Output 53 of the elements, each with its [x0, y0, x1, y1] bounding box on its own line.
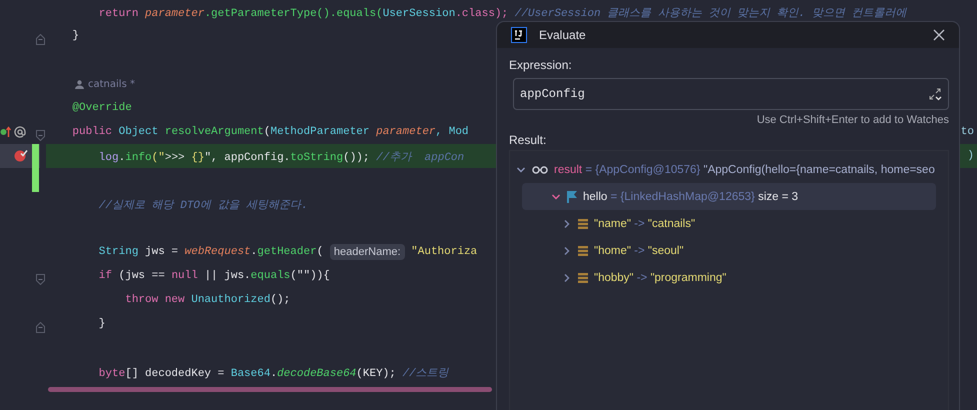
annotation-icon[interactable] [14, 126, 26, 138]
code-text: return parameter.getParameterType().equals(UserSession.class); //UserSession 클래스를 사용하는 것이 맞는지 확인. 맞으면 컨트롤러에 [98, 6, 906, 20]
code-text: throw new Unauthorized(); [124, 294, 290, 306]
result-label: Result: [509, 133, 548, 147]
scrollbar[interactable] [48, 387, 492, 392]
code-text: } [98, 318, 106, 330]
variable-text: "home" -> "seoul" [594, 244, 684, 256]
variable-text: hello = {LinkedHashMap@12653} size = 3 [583, 190, 798, 202]
chevron-icon[interactable] [562, 272, 572, 282]
code-text: String jws = webRequest.getHeader( [98, 246, 324, 258]
app-logo-icon [511, 27, 527, 43]
tree-row[interactable]: result = {AppConfig@10576} "AppConfig(hello={name=catnails, home=seo [510, 156, 948, 183]
tree-row[interactable]: "hobby" -> "programming" [510, 264, 948, 291]
code-text: if (jws == null || jws.equals("")){ [98, 270, 330, 282]
code-text: //실제로 해당 DTO에 값을 세팅해준다. [98, 198, 308, 212]
code-text: byte[] decodedKey = Base64.decodeBase64(KEY); //스트링 [98, 366, 449, 380]
expand-icon[interactable] [928, 87, 942, 101]
code-text: log.info(">>> {}", appConfig.toString()); //추가 appCon [98, 150, 464, 164]
code-text: ) [967, 150, 975, 162]
tree-row[interactable]: "home" -> "seoul" [510, 237, 948, 264]
chevron-icon[interactable] [551, 192, 561, 202]
variable-text: "name" -> "catnails" [594, 218, 696, 230]
fold-icon[interactable] [36, 274, 45, 285]
expression-label: Expression: [509, 58, 573, 72]
breakpoint-icon[interactable] [14, 148, 28, 162]
list-icon [578, 272, 588, 282]
glasses-icon [532, 166, 548, 174]
fold-icon[interactable] [36, 130, 45, 141]
chevron-icon[interactable] [562, 246, 572, 256]
code-text: to [960, 126, 975, 138]
tree-row[interactable]: hello = {LinkedHashMap@12653} size = 3 [522, 183, 936, 210]
list-icon [578, 246, 588, 256]
tree-row[interactable]: "name" -> "catnails" [510, 210, 948, 237]
chevron-icon[interactable] [562, 218, 572, 228]
code-text: } [71, 30, 80, 42]
override-icon[interactable] [0, 126, 12, 138]
fold-icon[interactable] [36, 322, 45, 333]
parameter-hint: headerName: [330, 244, 405, 260]
shortcut-hint: Use Ctrl+Shift+Enter to add to Watches [756, 114, 949, 126]
expression-field[interactable]: appConfig [513, 78, 949, 110]
variable-text: result = {AppConfig@10576} "AppConfig(hello={name=catnails, home=seo [554, 164, 935, 176]
fold-icon[interactable] [36, 34, 45, 45]
list-icon [578, 218, 588, 228]
chevron-icon[interactable] [516, 164, 526, 174]
code-text: public Object resolveArgument(MethodParameter parameter, Mod [71, 126, 469, 138]
flag-icon [567, 190, 577, 202]
variable-text: "hobby" -> "programming" [594, 272, 726, 284]
author-label[interactable]: catnails * [88, 78, 135, 90]
code-text: "Authoriza [410, 246, 478, 258]
dialog-title: Evaluate [539, 28, 586, 42]
close-icon[interactable] [933, 29, 945, 41]
person-icon [75, 80, 84, 88]
code-text: @Override [71, 102, 132, 114]
